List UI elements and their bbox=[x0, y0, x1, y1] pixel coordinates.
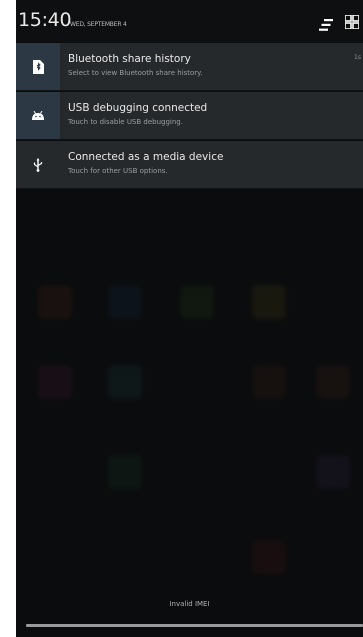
background-app-icon bbox=[316, 455, 350, 489]
shade-header: 15:40 WED, SEPTEMBER 4 bbox=[16, 0, 363, 42]
background-app-icon bbox=[38, 365, 72, 399]
notification-bluetooth-share[interactable]: Bluetooth share history Select to view B… bbox=[16, 43, 363, 91]
shade-drag-handle[interactable] bbox=[26, 624, 363, 627]
usb-icon bbox=[16, 141, 60, 188]
date-label: WED, SEPTEMBER 4 bbox=[70, 21, 127, 28]
notification-media-device[interactable]: Connected as a media device Touch for ot… bbox=[16, 141, 363, 189]
notification-title: Connected as a media device bbox=[68, 151, 224, 163]
background-app-icon bbox=[316, 365, 350, 399]
background-app-icon bbox=[108, 365, 142, 399]
background-app-icon bbox=[108, 455, 142, 489]
notification-subtitle: Select to view Bluetooth share history. bbox=[68, 69, 203, 77]
background-app-icon bbox=[108, 285, 142, 319]
notification-title: USB debugging connected bbox=[68, 102, 208, 114]
clear-all-icon[interactable] bbox=[319, 16, 333, 35]
quick-settings-icon[interactable] bbox=[344, 14, 360, 33]
background-app-icon bbox=[180, 285, 214, 319]
background-app-icon bbox=[252, 365, 286, 399]
notification-usb-debugging[interactable]: USB debugging connected Touch to disable… bbox=[16, 92, 363, 140]
android-icon bbox=[16, 92, 60, 139]
background-app-icon bbox=[252, 540, 286, 574]
notification-shade: 15:40 WED, SEPTEMBER 4 Bluetooth share h… bbox=[16, 0, 363, 637]
background-app-icon bbox=[38, 285, 72, 319]
file-icon bbox=[16, 43, 60, 90]
clock: 15:40 bbox=[18, 9, 72, 31]
notification-subtitle: Touch for other USB options. bbox=[68, 167, 168, 175]
notification-time: 1s bbox=[354, 54, 361, 61]
carrier-label: Invalid IMEI bbox=[169, 600, 210, 608]
background-app-icon bbox=[252, 285, 286, 319]
notification-title: Bluetooth share history bbox=[68, 53, 191, 65]
notification-subtitle: Touch to disable USB debugging. bbox=[68, 118, 183, 126]
